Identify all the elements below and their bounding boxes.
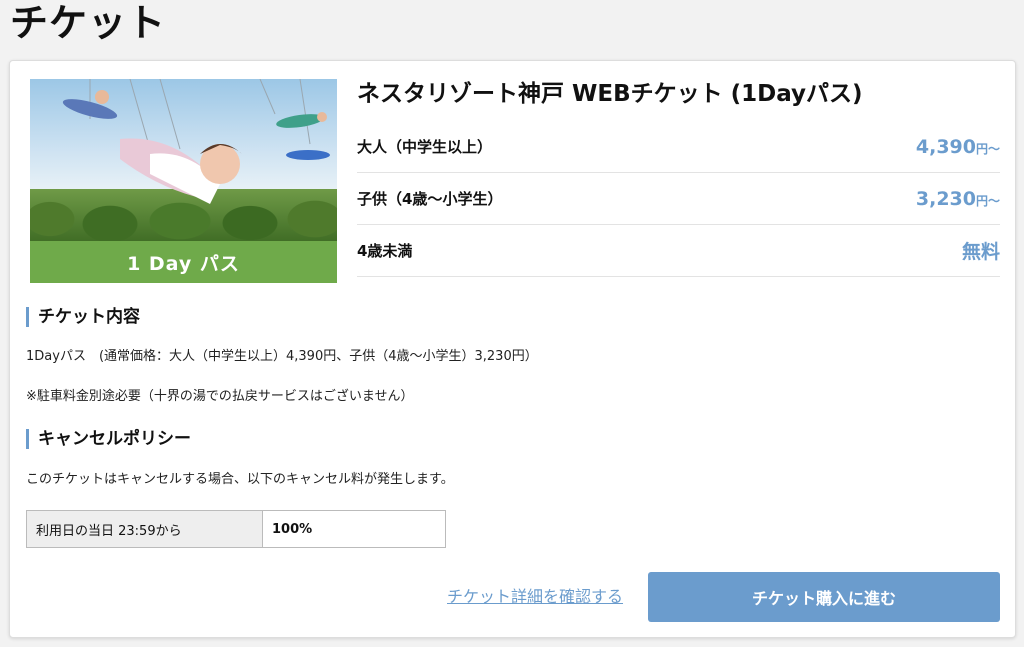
- price-unit: 円〜: [975, 193, 1000, 208]
- ticket-card: 1 Day パス ネスタリゾート神戸 WEBチケット (1Dayパス) 大人（中…: [9, 60, 1016, 638]
- price-row: 4歳未満 無料: [357, 225, 1000, 277]
- cancel-heading: キャンセルポリシー: [26, 429, 191, 449]
- page-title: チケット: [10, 1, 167, 45]
- price-row: 子供（4歳〜小学生） 3,230円〜: [357, 173, 1000, 225]
- buy-ticket-button[interactable]: チケット購入に進む: [648, 572, 1000, 622]
- cancel-fee-condition: 利用日の当日 23:59から: [27, 511, 263, 547]
- contents-heading: チケット内容: [26, 307, 140, 327]
- price-value: 無料: [961, 241, 1000, 263]
- cancel-fee-rate: 100%: [272, 521, 313, 537]
- image-banner: 1 Day パス: [30, 241, 337, 283]
- ticket-detail-link[interactable]: チケット詳細を確認する: [447, 586, 623, 608]
- price-value: 3,230: [915, 187, 976, 210]
- price-label: 子供（4歳〜小学生）: [357, 190, 503, 208]
- price-table: 大人（中学生以上） 4,390円〜 子供（4歳〜小学生） 3,230円〜 4歳未…: [357, 121, 1000, 277]
- price-label: 大人（中学生以上）: [357, 138, 493, 156]
- zipline-illustration: [62, 79, 330, 204]
- price-amount: 無料: [962, 237, 1000, 264]
- cancel-fee-table: 利用日の当日 23:59から 100%: [26, 510, 446, 548]
- price-row: 大人（中学生以上） 4,390円〜: [357, 121, 1000, 173]
- price-amount: 3,230円〜: [916, 188, 1000, 210]
- price-amount: 4,390円〜: [916, 136, 1000, 158]
- price-value: 4,390: [915, 135, 976, 158]
- contents-line-2: ※駐車料金別途必要（十界の湯での払戻サービスはございません）: [26, 389, 414, 404]
- price-unit: 円〜: [975, 141, 1000, 156]
- price-label: 4歳未満: [357, 242, 413, 260]
- ticket-title: ネスタリゾート神戸 WEBチケット (1Dayパス): [357, 81, 863, 107]
- cancel-description: このチケットはキャンセルする場合、以下のキャンセル料が発生します。: [26, 472, 454, 487]
- ticket-image: 1 Day パス: [30, 79, 337, 283]
- contents-line-1: 1Dayパス (通常価格：大人（中学生以上）4,390円、子供（4歳〜小学生）3…: [26, 349, 538, 364]
